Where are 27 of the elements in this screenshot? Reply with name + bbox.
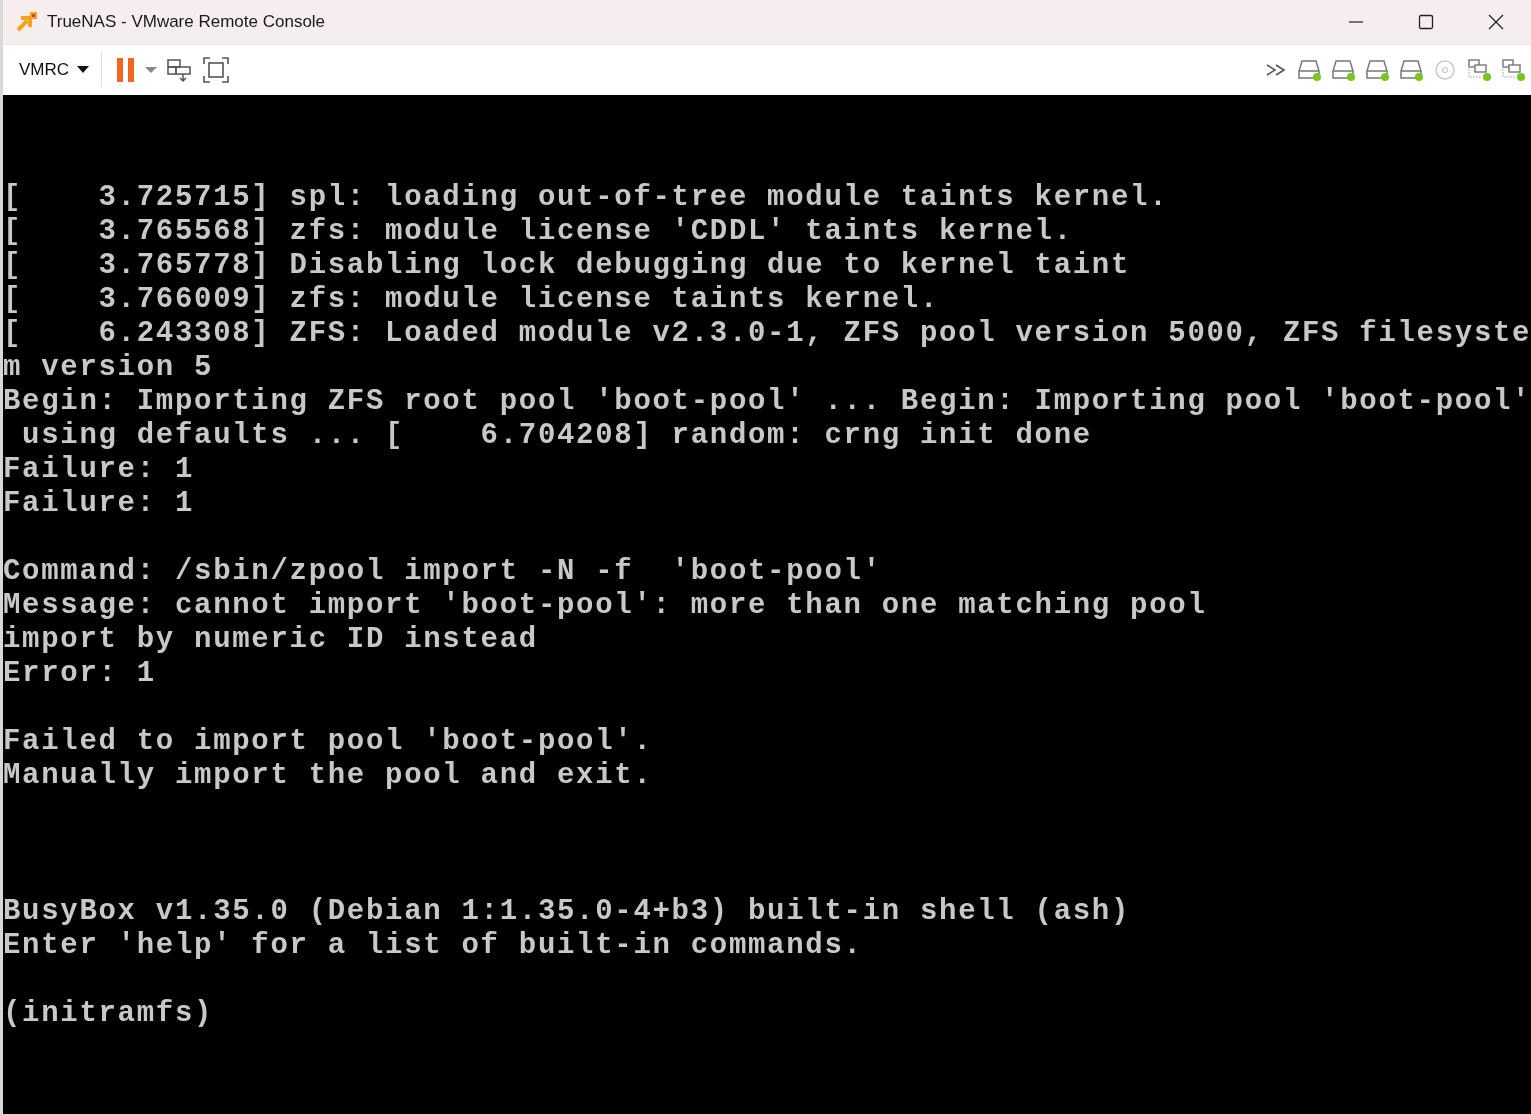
console-line: BusyBox v1.35.0 (Debian 1:1.35.0-4+b3) built-in shell (ash): [3, 895, 1132, 929]
console-line: (initramfs): [3, 997, 215, 1031]
console-line: Enter 'help' for a list of built-in commands.: [3, 929, 864, 963]
console-line: Failure: 1: [3, 487, 196, 521]
app-logo-icon: [15, 10, 39, 34]
console-line: Failed to import pool 'boot-pool'.: [3, 725, 654, 759]
minimize-icon: [1348, 21, 1364, 23]
console-line: using defaults ... [ 6.704208] random: crng init done: [21, 419, 1093, 453]
console-line: m version 5: [3, 351, 215, 385]
console-line: Manually import the pool and exit.: [3, 759, 654, 793]
close-icon: [1488, 14, 1504, 30]
console-line: Begin: Importing ZFS root pool 'boot-pool' ... Begin: Importing pool 'boot-pool': [3, 385, 1531, 419]
console-line: [ 3.765568] zfs: module license 'CDDL' taints kernel.: [3, 215, 1074, 249]
window-title: TrueNAS - VMware Remote Console: [47, 12, 327, 32]
console-line: [ 6.243308] ZFS: Loaded module v2.3.0-1, ZFS pool version 5000, ZFS filesyste: [3, 317, 1531, 351]
caret-icon: [77, 66, 90, 74]
console-line: Command: /sbin/zpool import -N -f 'boot-pool': [3, 555, 883, 589]
console-line: [ 3.765778] Disabling lock debugging due to kernel taint: [3, 249, 1132, 283]
caret-icon: [144, 66, 159, 74]
console-line: Failure: 1: [3, 453, 196, 487]
console-line: [ 3.725715] spl: loading out-of-tree module taints kernel.: [3, 181, 1170, 215]
console-line: import by numeric ID instead: [3, 623, 539, 657]
console-line: Message: cannot import 'boot-pool': more than one matching pool: [3, 589, 1208, 623]
vmrc-menu[interactable]: VMRC: [15, 58, 94, 82]
console-line: Error: 1: [3, 657, 157, 691]
maximize-icon: [1418, 14, 1434, 30]
console-line: [ 3.766009] zfs: module license taints kernel.: [3, 283, 941, 317]
